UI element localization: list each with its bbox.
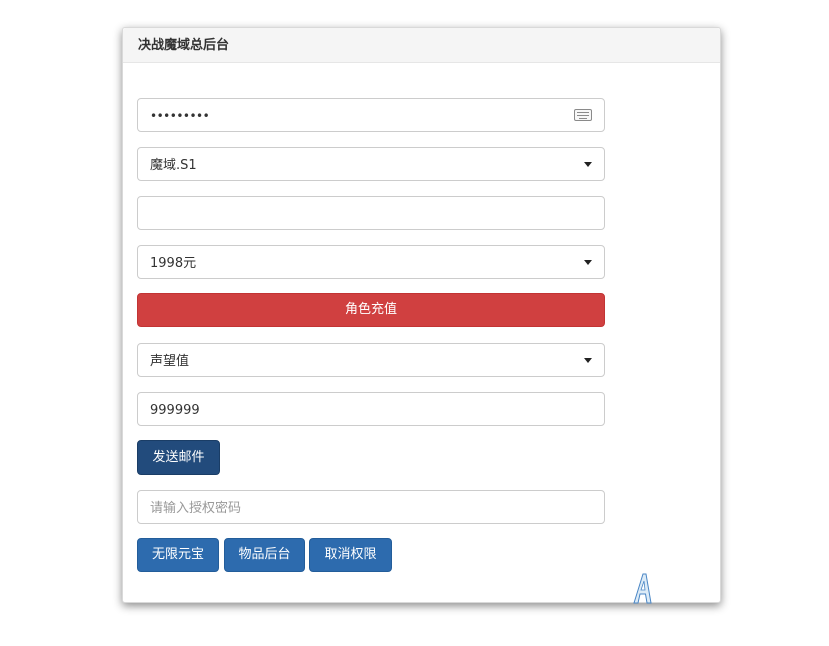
amount-select-value: 1998元 [150,256,197,271]
caret-down-icon [584,162,592,167]
server-select[interactable]: 魔域.S1 [137,147,605,181]
server-select-value: 魔域.S1 [150,158,197,173]
caret-down-icon [584,358,592,363]
auth-password-input[interactable]: 请输入授权密码 [137,490,605,524]
amount-select[interactable]: 1998元 [137,245,605,279]
panel-title: 决战魔域总后台 [123,28,720,63]
quantity-value: 999999 [150,403,200,418]
text-input[interactable] [137,196,605,230]
auth-password-placeholder: 请输入授权密码 [150,501,242,516]
password-value: ••••••••• [150,109,210,123]
admin-panel: 决战魔域总后台 ••••••••• 魔域.S1 1998元 角色充值 声望值 9… [122,27,721,603]
caret-down-icon [584,260,592,265]
revoke-permission-button[interactable]: 取消权限 [309,538,392,572]
quantity-input[interactable]: 999999 [137,392,605,426]
item-backend-button[interactable]: 物品后台 [224,538,305,572]
password-field[interactable]: ••••••••• [137,98,605,132]
send-mail-button[interactable]: 发送邮件 [137,440,220,475]
attribute-select-value: 声望值 [150,354,190,369]
unlimited-yuanbao-button[interactable]: 无限元宝 [137,538,219,572]
recharge-button[interactable]: 角色充值 [137,293,605,327]
attribute-select[interactable]: 声望值 [137,343,605,377]
watermark-logo-icon [633,573,652,604]
keyboard-icon[interactable] [574,109,592,121]
